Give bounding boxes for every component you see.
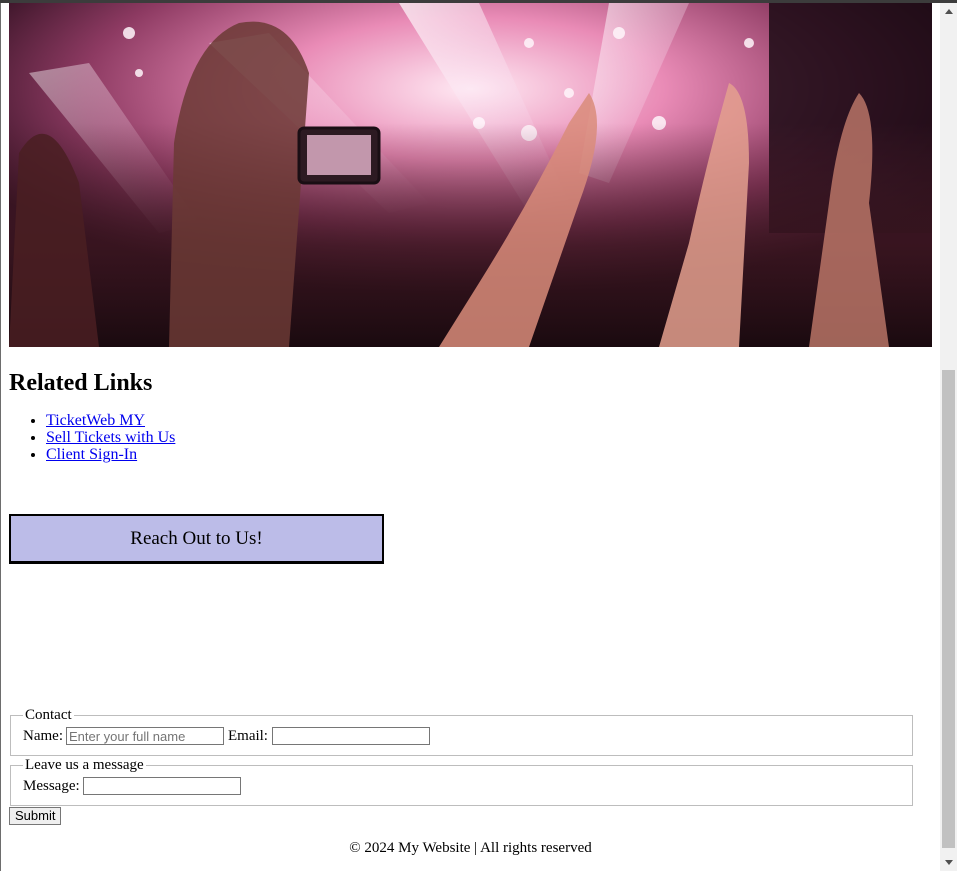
list-item: TicketWeb MY — [46, 412, 175, 429]
name-input[interactable] — [65, 727, 224, 745]
related-links-heading: Related Links — [9, 370, 153, 396]
message-label: Message: — [23, 777, 80, 794]
message-fieldset: Leave us a message Message: — [10, 758, 913, 806]
contact-fieldset: Contact Name: Email: — [10, 708, 913, 756]
hero-image — [9, 3, 932, 347]
contact-legend: Contact — [25, 707, 72, 723]
scroll-down-button[interactable] — [940, 854, 957, 871]
link-client-sign-in[interactable]: Client Sign-In — [46, 446, 137, 463]
email-input[interactable] — [271, 727, 430, 745]
footer-text: © 2024 My Website | All rights reserved — [349, 840, 592, 856]
link-ticketweb[interactable]: TicketWeb MY — [46, 412, 145, 429]
reach-out-button[interactable]: Reach Out to Us! — [9, 514, 384, 564]
submit-button[interactable]: Submit — [9, 807, 62, 825]
link-sell-tickets[interactable]: Sell Tickets with Us — [46, 429, 175, 446]
list-item: Sell Tickets with Us — [46, 429, 175, 446]
scroll-up-button[interactable] — [940, 3, 957, 20]
list-item: Client Sign-In — [46, 446, 175, 463]
vertical-scrollbar[interactable] — [940, 3, 957, 871]
scrollbar-thumb[interactable] — [942, 370, 955, 848]
name-label: Name: — [23, 727, 63, 744]
email-label: Email: — [227, 727, 268, 744]
message-legend: Leave us a message — [25, 757, 144, 773]
window-left-border — [0, 3, 1, 871]
related-links-list: TicketWeb MY Sell Tickets with Us Client… — [9, 412, 175, 463]
arrow-down-icon — [944, 860, 953, 865]
message-input[interactable] — [82, 777, 241, 795]
arrow-up-icon — [944, 9, 953, 14]
